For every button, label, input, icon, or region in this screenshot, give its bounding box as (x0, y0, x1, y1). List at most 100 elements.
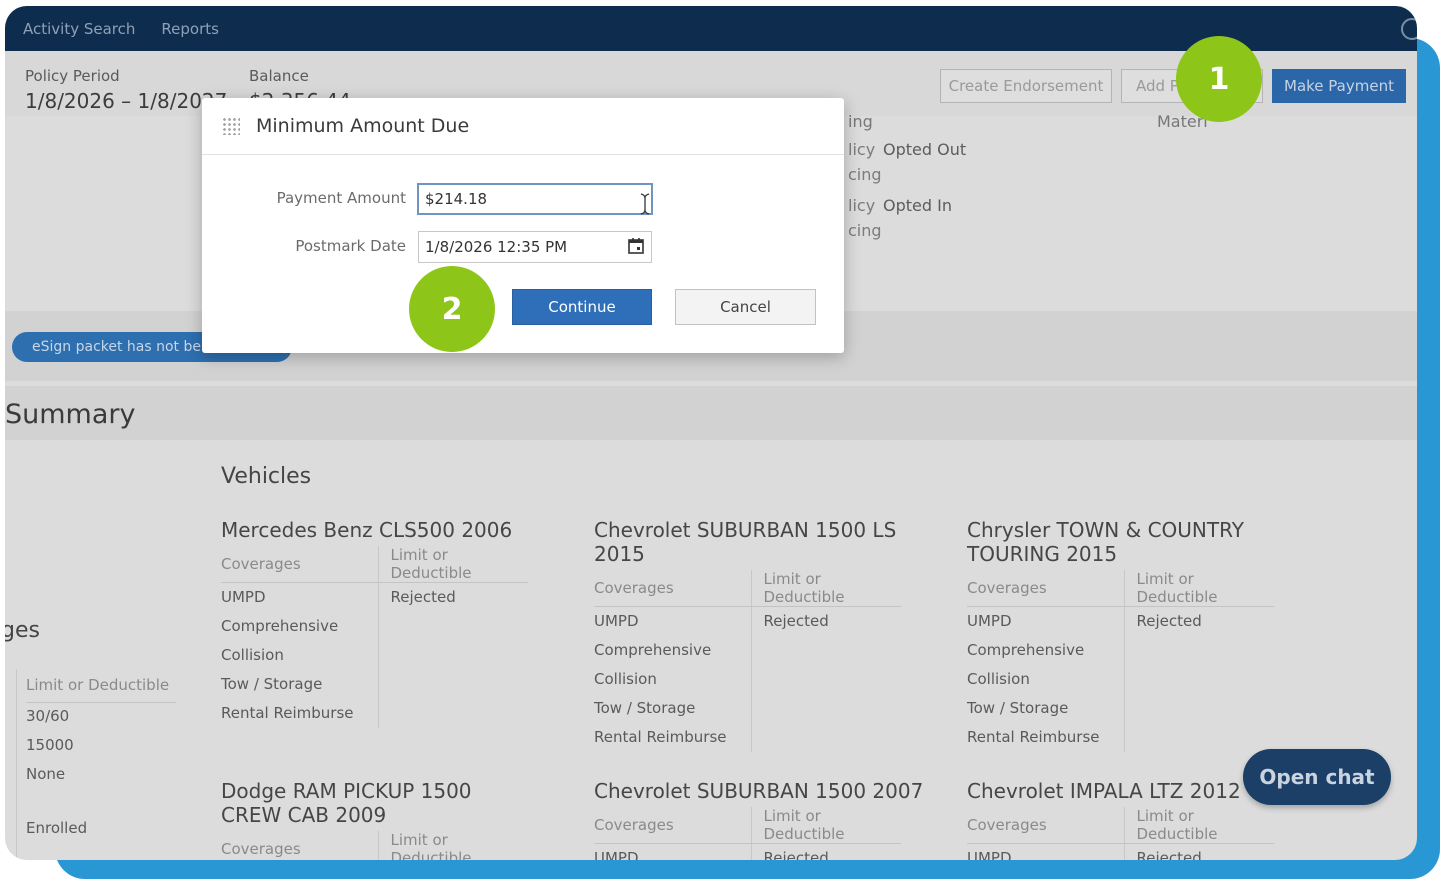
limit-value: Rejected (1136, 849, 1202, 860)
table-row: Rental Reimburse (594, 722, 901, 752)
coverage-table: Coverages Limit or Deductible UMPD Rejected (594, 807, 901, 860)
left-value: 30/60 (26, 707, 70, 725)
postmark-date-input[interactable] (418, 231, 652, 263)
coverage-name: Collision (967, 664, 1125, 694)
vehicle-card: Dodge RAM PICKUP 1500 CREW CAB 2009 Cover… (221, 779, 561, 860)
coverage-name: UMPD (967, 606, 1125, 636)
column-header: Coverages (967, 570, 1125, 607)
dialog-header: Minimum Amount Due (202, 98, 844, 155)
limit-value (751, 694, 901, 723)
summary-title: Summary (5, 399, 136, 430)
continue-button[interactable]: Continue (512, 289, 652, 325)
cancel-button[interactable]: Cancel (675, 289, 816, 325)
calendar-icon[interactable] (620, 231, 651, 261)
table-row: UMPD Rejected (221, 582, 528, 612)
payment-amount-label: Payment Amount (276, 189, 406, 207)
coverage-table: Coverages Limit or Deductible UMPD Rejected… (967, 570, 1274, 752)
bg-row-c: cing (848, 221, 882, 240)
limit-value (378, 641, 528, 670)
minimum-amount-dialog: Minimum Amount Due Payment Amount Postma… (202, 98, 844, 353)
coverage-name: UMPD (594, 843, 752, 860)
coverage-name: Rental Reimburse (594, 722, 752, 752)
coverage-table: Coverages Limit or Deductible UMPD Rejected… (594, 570, 901, 752)
coverage-name: Rental Reimburse (967, 722, 1125, 752)
column-header: Coverages (221, 546, 379, 583)
step-badge-1: 1 (1176, 36, 1262, 122)
bg-row-value: Opted Out (883, 140, 967, 159)
table-row: Comprehensive (967, 635, 1274, 665)
coverage-name: UMPD (967, 843, 1125, 860)
coverage-name: Comprehensive (967, 635, 1125, 665)
coverage-name: Tow / Storage (594, 693, 752, 723)
balance-label: Balance (249, 67, 309, 85)
coverage-table: Coverages Limit or Deductible UMPD Rejected (967, 807, 1274, 860)
left-section: Limit or Deductible 30/60 15000 None Enr… (16, 669, 176, 859)
limit-value (378, 612, 528, 641)
coverage-table: Coverages Limit or Deductible UMPD Rejected… (221, 546, 528, 728)
dialog-title: Minimum Amount Due (256, 115, 470, 137)
nav-reports[interactable]: Reports (161, 20, 219, 38)
limit-value: Rejected (1136, 612, 1202, 631)
column-header: Limit or Deductible (1124, 570, 1274, 607)
vehicles-title: Vehicles (221, 464, 312, 489)
table-row: UMPD Rejected (967, 843, 1274, 860)
postmark-date-label: Postmark Date (295, 237, 406, 255)
left-section-title: ges (5, 618, 40, 643)
column-header: Coverages (594, 570, 752, 607)
limit-value: Rejected (390, 588, 456, 607)
column-header: Limit or Deductible (751, 570, 901, 607)
step-badge-2: 2 (409, 266, 495, 352)
coverage-name: Tow / Storage (221, 669, 379, 699)
vehicle-name: Dodge RAM PICKUP 1500 CREW CAB 2009 (221, 779, 472, 827)
help-icon[interactable] (1401, 18, 1417, 40)
summary-band (5, 386, 1417, 440)
column-header: Coverages (221, 831, 379, 860)
limit-value (378, 670, 528, 699)
vehicle-name: Mercedes Benz CLS500 2006 (221, 518, 513, 542)
table-row: UMPD Rejected (594, 843, 901, 860)
column-header: Coverages (967, 807, 1125, 844)
table-row: UMPD Rejected (594, 606, 901, 636)
limit-value: Rejected (763, 612, 829, 631)
bg-row-a: licy (848, 140, 876, 159)
open-chat-button[interactable]: Open chat (1243, 749, 1391, 805)
limit-value (378, 699, 528, 728)
make-payment-button[interactable]: Make Payment (1272, 69, 1406, 103)
vehicle-name: Chrysler TOWN & COUNTRY TOURING 2015 (967, 518, 1244, 566)
coverage-name: Collision (221, 640, 379, 670)
create-endorsement-button[interactable]: Create Endorsement (940, 69, 1112, 103)
vehicle-card: Chevrolet SUBURBAN 1500 LS 2015 Coverages… (594, 518, 934, 752)
coverage-name: Comprehensive (594, 635, 752, 665)
vehicle-name: Chevrolet SUBURBAN 1500 2007 (594, 779, 924, 803)
table-row: UMPD Rejected (967, 606, 1274, 636)
coverage-name: UMPD (221, 582, 379, 612)
vehicle-card: Chevrolet SUBURBAN 1500 2007 Coverages Lim… (594, 779, 934, 860)
table-row: Rental Reimburse (967, 722, 1274, 752)
payment-amount-input[interactable] (417, 183, 653, 215)
left-section-header: Limit or Deductible (26, 676, 176, 703)
limit-value (1124, 636, 1274, 665)
coverage-name: Comprehensive (221, 611, 379, 641)
table-row: Tow / Storage (221, 669, 528, 699)
limit-value (751, 723, 901, 752)
vehicle-card: Mercedes Benz CLS500 2006 Coverages Limit … (221, 518, 561, 728)
table-row: Tow / Storage (967, 693, 1274, 723)
column-header: Limit or Deductible (751, 807, 901, 844)
vehicle-name: Chevrolet SUBURBAN 1500 LS 2015 (594, 518, 897, 566)
coverage-table: Coverages Limit or Deductible (221, 831, 528, 860)
table-row: Comprehensive (594, 635, 901, 665)
partial-text: ing (848, 112, 873, 131)
left-value: None (26, 765, 66, 783)
coverage-name: Tow / Storage (967, 693, 1125, 723)
vehicle-card: Chrysler TOWN & COUNTRY TOURING 2015 Cove… (967, 518, 1307, 752)
nav-activity-search[interactable]: Activity Search (23, 20, 135, 38)
grip-icon[interactable] (222, 117, 240, 135)
left-value: Enrolled (26, 819, 88, 837)
coverage-name: UMPD (594, 606, 752, 636)
limit-value (1124, 665, 1274, 694)
bg-row-a: licy (848, 196, 876, 215)
column-header: Coverages (594, 807, 752, 844)
limit-value (1124, 723, 1274, 752)
coverage-name: Rental Reimburse (221, 698, 379, 728)
bg-row-value: Opted In (883, 196, 952, 215)
